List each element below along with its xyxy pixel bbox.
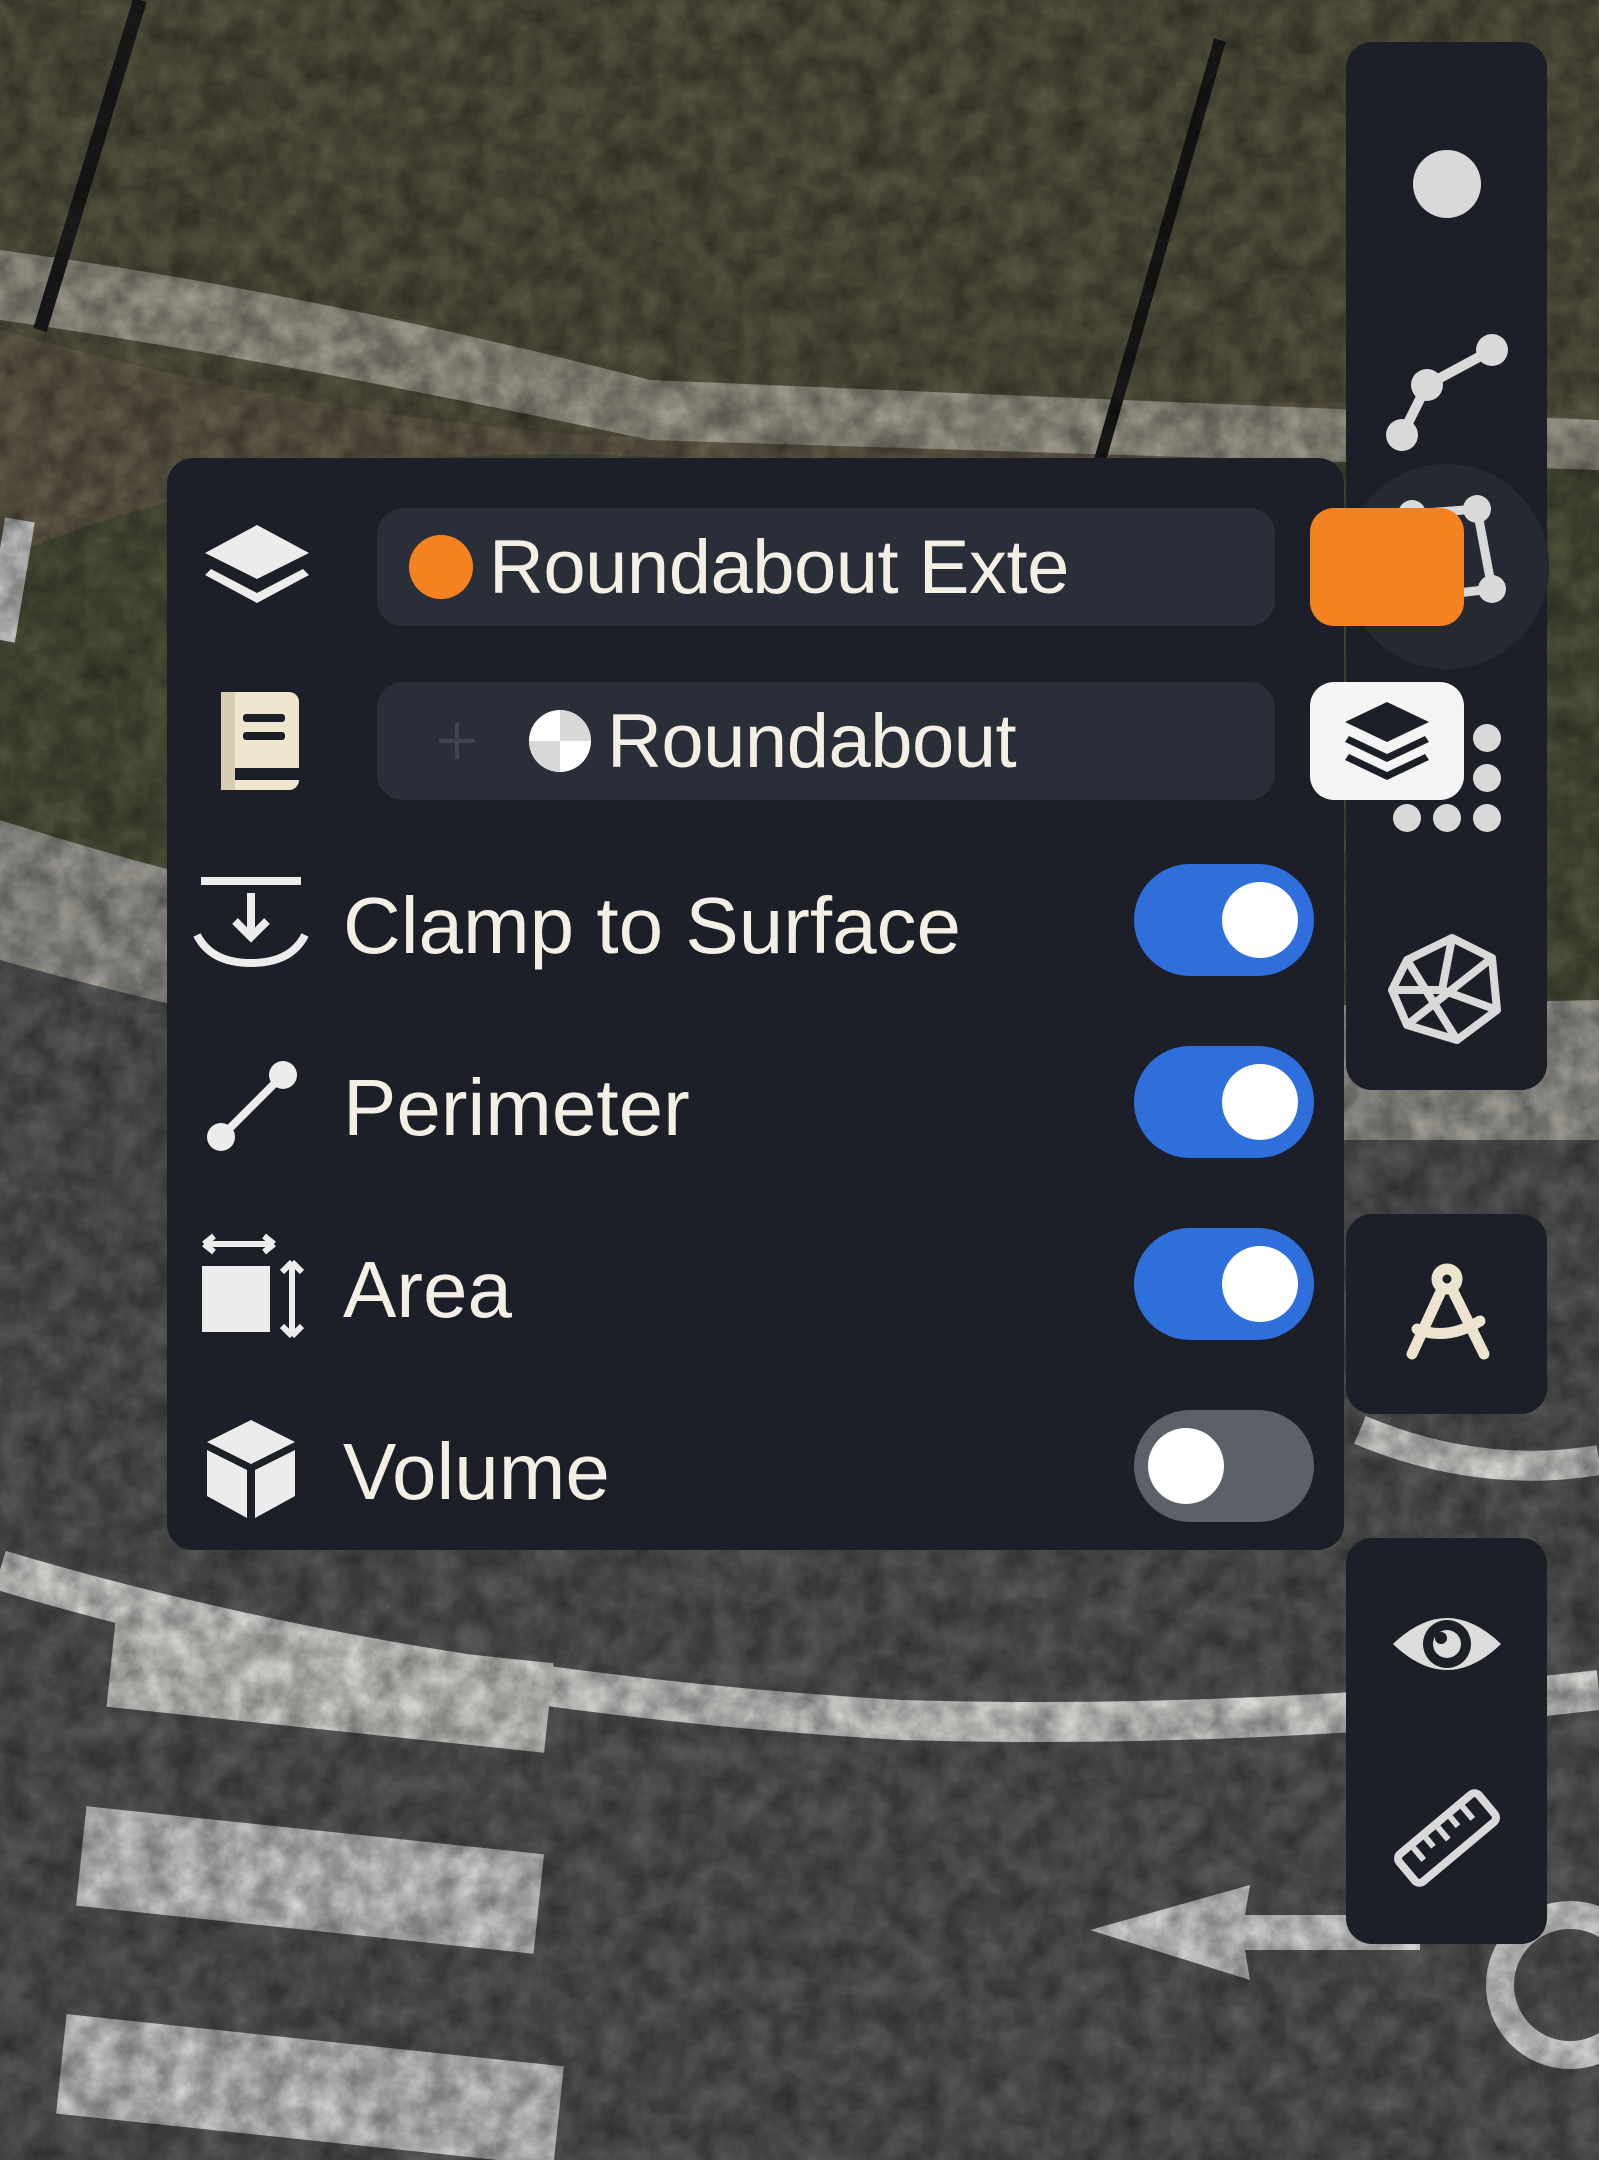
measurement-properties-panel: Roundabout Exte Roundabout Clamp to Surf… bbox=[167, 458, 1464, 1550]
point-tool-button[interactable] bbox=[1346, 94, 1547, 274]
area-icon bbox=[191, 1227, 311, 1347]
area-toggle[interactable] bbox=[1134, 1228, 1314, 1340]
style-layers-button[interactable] bbox=[1310, 682, 1464, 800]
style-select[interactable]: Roundabout bbox=[377, 682, 1275, 800]
ruler-button[interactable] bbox=[1346, 1748, 1547, 1928]
book-icon bbox=[197, 681, 317, 801]
cube-icon bbox=[191, 1409, 311, 1529]
layer-row: Roundabout Exte bbox=[167, 502, 1464, 632]
clamp-label: Clamp to Surface bbox=[343, 881, 962, 970]
measure-toolbar bbox=[1346, 1214, 1547, 1414]
layer-select[interactable]: Roundabout Exte bbox=[377, 508, 1275, 626]
area-label: Area bbox=[343, 1245, 512, 1334]
polyline-tool-button[interactable] bbox=[1346, 300, 1547, 480]
style-name: Roundabout bbox=[607, 698, 1017, 784]
clamp-surface-icon bbox=[191, 863, 311, 983]
eye-icon bbox=[1392, 1618, 1501, 1670]
perimeter-label: Perimeter bbox=[343, 1063, 690, 1152]
polyline-icon bbox=[1385, 334, 1508, 451]
layer-color-swatch[interactable] bbox=[1310, 508, 1464, 626]
volume-label: Volume bbox=[343, 1427, 610, 1516]
style-preview-dot bbox=[529, 710, 591, 772]
measure-tool-button[interactable] bbox=[1346, 1224, 1547, 1404]
layer-name: Roundabout Exte bbox=[489, 524, 1069, 610]
mesh-tool-button[interactable] bbox=[1346, 900, 1547, 1080]
layers-icon bbox=[1345, 702, 1429, 780]
volume-toggle[interactable] bbox=[1134, 1410, 1314, 1522]
ruler-icon bbox=[1393, 1789, 1500, 1887]
mesh-icon bbox=[1387, 934, 1501, 1044]
style-row: Roundabout bbox=[167, 676, 1464, 806]
perimeter-toggle[interactable] bbox=[1134, 1046, 1314, 1158]
clamp-to-surface-toggle[interactable] bbox=[1134, 864, 1314, 976]
view-toolbar bbox=[1346, 1538, 1547, 1944]
plus-icon bbox=[439, 723, 475, 759]
visibility-button[interactable] bbox=[1346, 1554, 1547, 1734]
line-segment-icon bbox=[191, 1045, 311, 1165]
compass-icon bbox=[1406, 1263, 1489, 1360]
layers-icon bbox=[197, 507, 317, 627]
point-icon bbox=[1412, 150, 1481, 218]
layer-color-dot bbox=[409, 535, 473, 599]
